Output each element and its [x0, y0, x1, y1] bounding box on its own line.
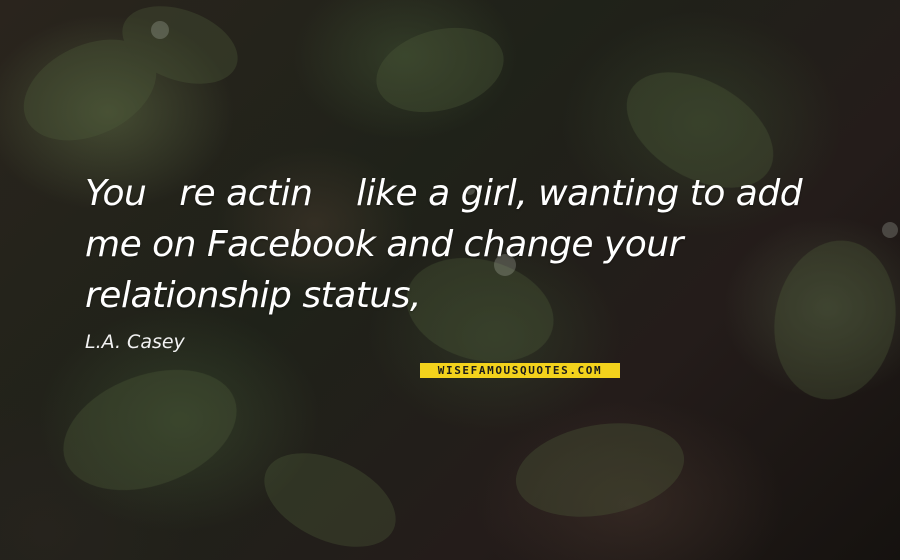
- water-droplet: [882, 222, 898, 238]
- leaf-shape: [515, 423, 685, 517]
- leaf-shape: [376, 27, 504, 113]
- leaf-shape: [264, 453, 396, 547]
- quote-card: You re actin like a girl, wanting to add…: [0, 0, 900, 560]
- leaf-shape: [63, 369, 237, 491]
- quote-text: You re actin like a girl, wanting to add…: [85, 173, 813, 316]
- watermark-logo: WISEFAMOUSQUOTES.COM: [420, 363, 620, 378]
- water-droplet: [151, 21, 169, 39]
- quote-author: L.A. Casey: [85, 331, 185, 353]
